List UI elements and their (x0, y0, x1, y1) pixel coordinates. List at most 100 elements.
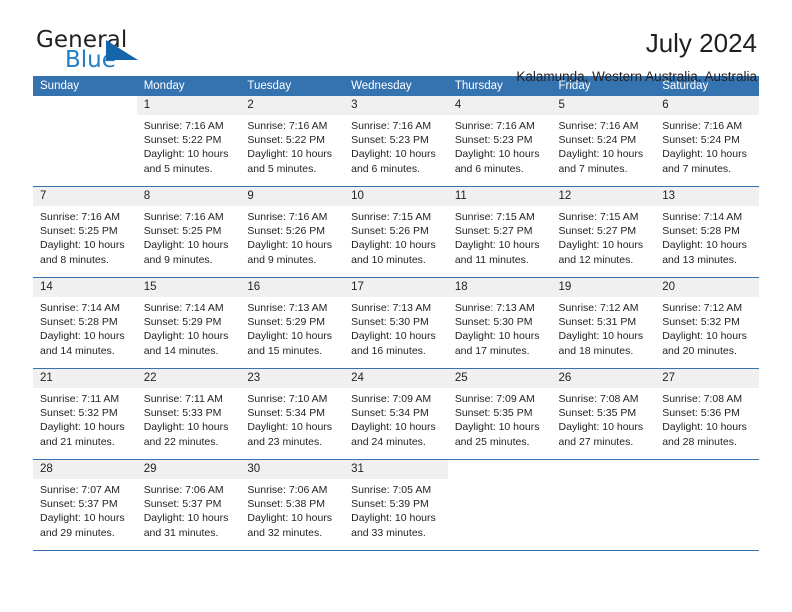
calendar-day[interactable]: 29 Sunrise: 7:06 AM Sunset: 5:37 PM Dayligh… (136, 460, 241, 550)
calendar-day[interactable]: 7 Sunrise: 7:16 AM Sunset: 5:25 PM Daylight… (33, 187, 137, 277)
calendar-cell: 1 Sunrise: 7:16 AM Sunset: 5:22 PM Daylight… (136, 96, 241, 187)
calendar-day[interactable]: 25 Sunrise: 7:09 AM Sunset: 5:35 PM Dayligh… (447, 369, 552, 459)
calendar-day[interactable]: 10 Sunrise: 7:15 AM Sunset: 5:26 PM Dayligh… (344, 187, 448, 277)
day-number: 26 (551, 369, 656, 388)
day-details: Sunrise: 7:08 AM Sunset: 5:36 PM Daylight:… (655, 388, 759, 449)
calendar-day[interactable]: 26 Sunrise: 7:08 AM Sunset: 5:35 PM Dayligh… (551, 369, 656, 459)
calendar-cell: 31 Sunrise: 7:05 AM Sunset: 5:39 PM Dayligh… (344, 459, 448, 551)
day-details: Sunrise: 7:15 AM Sunset: 5:26 PM Daylight:… (344, 206, 448, 267)
calendar-cell: 13 Sunrise: 7:14 AM Sunset: 5:28 PM Dayligh… (655, 186, 759, 278)
calendar-day[interactable]: 20 Sunrise: 7:12 AM Sunset: 5:32 PM Dayligh… (655, 278, 759, 368)
calendar-week-row: 28 Sunrise: 7:07 AM Sunset: 5:37 PM Dayligh… (33, 459, 759, 551)
day-number: 3 (344, 96, 448, 115)
day-number: 16 (240, 278, 345, 297)
sunset-text: Sunset: 5:38 PM (247, 498, 326, 511)
calendar-cell: 11 Sunrise: 7:15 AM Sunset: 5:27 PM Dayligh… (447, 186, 552, 278)
sunrise-text: Sunrise: 7:14 AM (40, 302, 120, 314)
calendar-cell: 2 Sunrise: 7:16 AM Sunset: 5:22 PM Daylight… (240, 96, 345, 187)
sunrise-text: Sunrise: 7:09 AM (454, 393, 535, 405)
sunrise-text: Sunrise: 7:15 AM (454, 211, 535, 223)
calendar-cell: 29 Sunrise: 7:06 AM Sunset: 5:37 PM Dayligh… (136, 459, 241, 551)
sunrise-text: Sunrise: 7:16 AM (662, 120, 743, 132)
daylight-text: Daylight: 10 hours and 18 minutes. (558, 330, 644, 357)
calendar-day[interactable]: 3 Sunrise: 7:16 AM Sunset: 5:23 PM Daylight… (344, 96, 448, 186)
sunrise-text: Sunrise: 7:16 AM (558, 120, 639, 132)
sunrise-text: Sunrise: 7:09 AM (351, 393, 432, 405)
sunrise-text: Sunrise: 7:12 AM (558, 302, 639, 314)
day-details: Sunrise: 7:09 AM Sunset: 5:35 PM Daylight:… (448, 388, 552, 449)
page-subtitle: Kalamunda, Western Australia, Australia (516, 69, 757, 84)
calendar-table: Sunday Monday Tuesday Wednesday Thursday… (33, 76, 759, 551)
daylight-text: Daylight: 10 hours and 21 minutes. (40, 421, 125, 448)
day-details: Sunrise: 7:12 AM Sunset: 5:31 PM Daylight:… (552, 297, 656, 358)
calendar-cell: 20 Sunrise: 7:12 AM Sunset: 5:32 PM Dayligh… (655, 277, 759, 369)
calendar-cell: 9 Sunrise: 7:16 AM Sunset: 5:26 PM Daylight… (240, 186, 345, 278)
calendar-day-empty (447, 460, 552, 550)
sunrise-text: Sunrise: 7:14 AM (662, 211, 743, 223)
calendar-cell: 28 Sunrise: 7:07 AM Sunset: 5:37 PM Dayligh… (33, 459, 137, 551)
calendar-cell: 23 Sunrise: 7:10 AM Sunset: 5:34 PM Dayligh… (240, 368, 345, 460)
daylight-text: Daylight: 10 hours and 5 minutes. (143, 148, 229, 175)
daylight-text: Daylight: 10 hours and 22 minutes. (143, 421, 229, 448)
sunset-text: Sunset: 5:26 PM (351, 225, 429, 238)
weekday-header-tuesday: Tuesday (240, 76, 345, 96)
calendar-day[interactable]: 23 Sunrise: 7:10 AM Sunset: 5:34 PM Dayligh… (240, 369, 345, 459)
sunrise-text: Sunrise: 7:15 AM (351, 211, 432, 223)
calendar-day[interactable]: 2 Sunrise: 7:16 AM Sunset: 5:22 PM Daylight… (240, 96, 345, 186)
day-details: Sunrise: 7:16 AM Sunset: 5:23 PM Daylight:… (448, 115, 552, 176)
sunrise-text: Sunrise: 7:11 AM (143, 393, 223, 405)
calendar-day[interactable]: 31 Sunrise: 7:05 AM Sunset: 5:39 PM Dayligh… (344, 460, 448, 550)
calendar-day[interactable]: 27 Sunrise: 7:08 AM Sunset: 5:36 PM Dayligh… (655, 369, 759, 459)
day-number: 29 (136, 460, 241, 479)
calendar-day[interactable]: 1 Sunrise: 7:16 AM Sunset: 5:22 PM Daylight… (136, 96, 241, 186)
daylight-text: Daylight: 10 hours and 29 minutes. (40, 512, 125, 539)
calendar-day[interactable]: 5 Sunrise: 7:16 AM Sunset: 5:24 PM Daylight… (551, 96, 656, 186)
calendar-day[interactable]: 11 Sunrise: 7:15 AM Sunset: 5:27 PM Dayligh… (447, 187, 552, 277)
daylight-text: Daylight: 10 hours and 9 minutes. (143, 239, 229, 266)
calendar-day[interactable]: 18 Sunrise: 7:13 AM Sunset: 5:30 PM Dayligh… (447, 278, 552, 368)
day-details: Sunrise: 7:16 AM Sunset: 5:24 PM Daylight:… (552, 115, 656, 176)
calendar-day[interactable]: 14 Sunrise: 7:14 AM Sunset: 5:28 PM Dayligh… (33, 278, 137, 368)
calendar-day[interactable]: 17 Sunrise: 7:13 AM Sunset: 5:30 PM Dayligh… (344, 278, 448, 368)
calendar-day[interactable]: 8 Sunrise: 7:16 AM Sunset: 5:25 PM Daylight… (136, 187, 241, 277)
daylight-text: Daylight: 10 hours and 11 minutes. (454, 239, 540, 266)
calendar-day[interactable]: 9 Sunrise: 7:16 AM Sunset: 5:26 PM Daylight… (240, 187, 345, 277)
sunrise-text: Sunrise: 7:16 AM (143, 120, 224, 132)
calendar-day[interactable]: 6 Sunrise: 7:16 AM Sunset: 5:24 PM Daylight… (655, 96, 759, 186)
sunset-text: Sunset: 5:34 PM (351, 407, 429, 420)
day-details: Sunrise: 7:16 AM Sunset: 5:25 PM Daylight:… (33, 206, 137, 267)
calendar-day[interactable]: 21 Sunrise: 7:11 AM Sunset: 5:32 PM Dayligh… (33, 369, 137, 459)
calendar-day[interactable]: 13 Sunrise: 7:14 AM Sunset: 5:28 PM Dayligh… (655, 187, 759, 277)
sunset-text: Sunset: 5:32 PM (662, 316, 740, 329)
day-number: 12 (551, 187, 656, 206)
sunrise-text: Sunrise: 7:16 AM (454, 120, 535, 132)
daylight-text: Daylight: 10 hours and 23 minutes. (247, 421, 333, 448)
calendar-day[interactable]: 12 Sunrise: 7:15 AM Sunset: 5:27 PM Dayligh… (551, 187, 656, 277)
calendar-day[interactable]: 22 Sunrise: 7:11 AM Sunset: 5:33 PM Dayligh… (136, 369, 241, 459)
calendar-day[interactable]: 15 Sunrise: 7:14 AM Sunset: 5:29 PM Dayligh… (136, 278, 241, 368)
brand-logo[interactable]: General Blue (33, 28, 166, 72)
day-number: 15 (136, 278, 241, 297)
day-details: Sunrise: 7:12 AM Sunset: 5:32 PM Daylight:… (655, 297, 759, 358)
day-number: 25 (447, 369, 552, 388)
daylight-text: Daylight: 10 hours and 27 minutes. (558, 421, 644, 448)
sunset-text: Sunset: 5:31 PM (558, 316, 637, 329)
daylight-text: Daylight: 10 hours and 32 minutes. (247, 512, 333, 539)
day-number: 21 (33, 369, 137, 388)
daylight-text: Daylight: 10 hours and 7 minutes. (558, 148, 644, 175)
day-details: Sunrise: 7:08 AM Sunset: 5:35 PM Daylight:… (552, 388, 656, 449)
calendar-cell (655, 459, 759, 551)
calendar-day[interactable]: 24 Sunrise: 7:09 AM Sunset: 5:34 PM Dayligh… (344, 369, 448, 459)
sunrise-text: Sunrise: 7:06 AM (247, 484, 328, 496)
calendar-day[interactable]: 28 Sunrise: 7:07 AM Sunset: 5:37 PM Dayligh… (33, 460, 137, 550)
calendar-day[interactable]: 30 Sunrise: 7:06 AM Sunset: 5:38 PM Dayligh… (240, 460, 345, 550)
calendar-day[interactable]: 16 Sunrise: 7:13 AM Sunset: 5:29 PM Dayligh… (240, 278, 345, 368)
calendar-cell: 24 Sunrise: 7:09 AM Sunset: 5:34 PM Dayligh… (344, 368, 448, 460)
calendar-day[interactable]: 19 Sunrise: 7:12 AM Sunset: 5:31 PM Dayligh… (551, 278, 656, 368)
day-number: 24 (344, 369, 448, 388)
calendar-cell: 30 Sunrise: 7:06 AM Sunset: 5:38 PM Dayligh… (240, 459, 345, 551)
sunrise-text: Sunrise: 7:16 AM (351, 120, 432, 132)
triangle-icon (106, 40, 138, 60)
calendar-day[interactable]: 4 Sunrise: 7:16 AM Sunset: 5:23 PM Daylight… (447, 96, 552, 186)
sunrise-text: Sunrise: 7:10 AM (247, 393, 328, 405)
